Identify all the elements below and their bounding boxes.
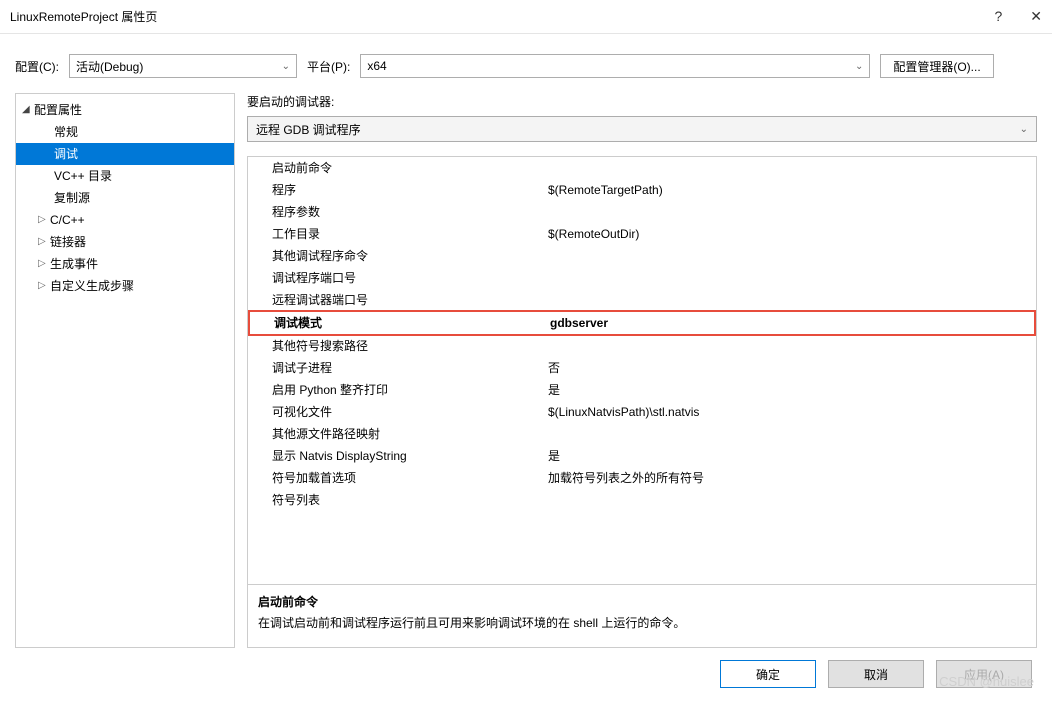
expand-icon: ▷ — [38, 211, 50, 229]
property-label: 符号加载首选项 — [248, 467, 548, 489]
config-label: 配置(C): — [15, 58, 59, 75]
debugger-combo[interactable]: 远程 GDB 调试程序 ⌄ — [247, 116, 1037, 142]
property-label: 调试子进程 — [248, 357, 548, 379]
property-row[interactable]: 符号列表 — [248, 489, 1036, 511]
description-text: 在调试启动前和调试程序运行前且可用来影响调试环境的在 shell 上运行的命令。 — [258, 614, 1026, 631]
property-row[interactable]: 程序$(RemoteTargetPath) — [248, 179, 1036, 201]
tree-item-copysrc[interactable]: 复制源 — [16, 187, 234, 209]
property-value[interactable]: 加载符号列表之外的所有符号 — [548, 467, 1036, 489]
property-label: 调试模式 — [250, 312, 550, 334]
tree-root[interactable]: ◢ 配置属性 — [16, 99, 234, 121]
chevron-down-icon: ⌄ — [282, 61, 290, 72]
property-row[interactable]: 调试子进程否 — [248, 357, 1036, 379]
config-manager-button[interactable]: 配置管理器(O)... — [880, 54, 993, 78]
chevron-down-icon: ⌄ — [1020, 124, 1028, 135]
property-value[interactable]: 否 — [548, 357, 1036, 379]
expand-icon: ▷ — [38, 233, 50, 251]
expand-icon: ▷ — [38, 277, 50, 295]
property-row[interactable]: 远程调试器端口号 — [248, 289, 1036, 311]
ok-button[interactable]: 确定 — [720, 660, 816, 688]
titlebar: LinuxRemoteProject 属性页 ? ✕ — [0, 0, 1052, 34]
property-label: 远程调试器端口号 — [248, 289, 548, 311]
property-label: 调试程序端口号 — [248, 267, 548, 289]
platform-combo[interactable]: x64 ⌄ — [360, 54, 870, 78]
config-row: 配置(C): 活动(Debug) ⌄ 平台(P): x64 ⌄ 配置管理器(O)… — [0, 34, 1052, 88]
property-label: 其他符号搜索路径 — [248, 335, 548, 357]
tree-item-debug[interactable]: 调试 — [16, 143, 234, 165]
property-value[interactable]: gdbserver — [550, 312, 1034, 334]
description-panel: 启动前命令 在调试启动前和调试程序运行前且可用来影响调试环境的在 shell 上… — [247, 585, 1037, 648]
collapse-icon: ◢ — [22, 101, 34, 119]
platform-label: 平台(P): — [307, 58, 350, 75]
button-row: 确定 取消 应用(A) — [0, 648, 1052, 688]
tree-item-linker[interactable]: ▷ 链接器 — [16, 231, 234, 253]
config-combo-value: 活动(Debug) — [76, 58, 143, 75]
chevron-down-icon: ⌄ — [855, 61, 863, 72]
property-label: 符号列表 — [248, 489, 548, 511]
property-row[interactable]: 调试模式gdbserver — [248, 310, 1036, 336]
cancel-button[interactable]: 取消 — [828, 660, 924, 688]
property-row[interactable]: 其他符号搜索路径 — [248, 335, 1036, 357]
tree-item-custombuild[interactable]: ▷ 自定义生成步骤 — [16, 275, 234, 297]
close-button[interactable]: ✕ — [1030, 8, 1042, 25]
property-row[interactable]: 显示 Natvis DisplayString是 — [248, 445, 1036, 467]
property-label: 程序参数 — [248, 201, 548, 223]
property-label: 启动前命令 — [248, 157, 548, 179]
property-row[interactable]: 其他调试程序命令 — [248, 245, 1036, 267]
property-value[interactable]: 是 — [548, 445, 1036, 467]
tree-item-ccpp[interactable]: ▷ C/C++ — [16, 209, 234, 231]
debugger-label: 要启动的调试器: — [247, 93, 1037, 110]
property-label: 可视化文件 — [248, 401, 548, 423]
description-title: 启动前命令 — [258, 593, 1026, 610]
main-area: ◢ 配置属性 常规 调试 VC++ 目录 复制源 ▷ C/C++ ▷ 链接器 ▷… — [0, 88, 1052, 648]
property-value[interactable]: $(RemoteTargetPath) — [548, 179, 1036, 201]
tree-root-label: 配置属性 — [34, 101, 82, 119]
property-value[interactable]: $(RemoteOutDir) — [548, 223, 1036, 245]
config-combo[interactable]: 活动(Debug) ⌄ — [69, 54, 297, 78]
help-button[interactable]: ? — [994, 8, 1002, 25]
window-controls: ? ✕ — [994, 8, 1042, 25]
property-label: 显示 Natvis DisplayString — [248, 445, 548, 467]
property-row[interactable]: 调试程序端口号 — [248, 267, 1036, 289]
property-row[interactable]: 启用 Python 整齐打印是 — [248, 379, 1036, 401]
property-row[interactable]: 程序参数 — [248, 201, 1036, 223]
property-label: 启用 Python 整齐打印 — [248, 379, 548, 401]
property-label: 其他调试程序命令 — [248, 245, 548, 267]
tree-panel: ◢ 配置属性 常规 调试 VC++ 目录 复制源 ▷ C/C++ ▷ 链接器 ▷… — [15, 93, 235, 648]
right-panel: 要启动的调试器: 远程 GDB 调试程序 ⌄ 启动前命令程序$(RemoteTa… — [247, 93, 1037, 648]
tree-item-vcdirs[interactable]: VC++ 目录 — [16, 165, 234, 187]
property-row[interactable]: 其他源文件路径映射 — [248, 423, 1036, 445]
property-row[interactable]: 工作目录$(RemoteOutDir) — [248, 223, 1036, 245]
property-value[interactable]: $(LinuxNatvisPath)\stl.natvis — [548, 401, 1036, 423]
debugger-combo-value: 远程 GDB 调试程序 — [256, 121, 361, 138]
tree-item-buildevents[interactable]: ▷ 生成事件 — [16, 253, 234, 275]
property-row[interactable]: 可视化文件$(LinuxNatvisPath)\stl.natvis — [248, 401, 1036, 423]
window-title: LinuxRemoteProject 属性页 — [10, 8, 994, 25]
tree-item-general[interactable]: 常规 — [16, 121, 234, 143]
property-value[interactable]: 是 — [548, 379, 1036, 401]
property-row[interactable]: 启动前命令 — [248, 157, 1036, 179]
apply-button[interactable]: 应用(A) — [936, 660, 1032, 688]
property-row[interactable]: 符号加载首选项加载符号列表之外的所有符号 — [248, 467, 1036, 489]
expand-icon: ▷ — [38, 255, 50, 273]
property-label: 程序 — [248, 179, 548, 201]
property-label: 工作目录 — [248, 223, 548, 245]
property-label: 其他源文件路径映射 — [248, 423, 548, 445]
platform-combo-value: x64 — [367, 59, 386, 73]
property-grid: 启动前命令程序$(RemoteTargetPath)程序参数工作目录$(Remo… — [247, 156, 1037, 585]
